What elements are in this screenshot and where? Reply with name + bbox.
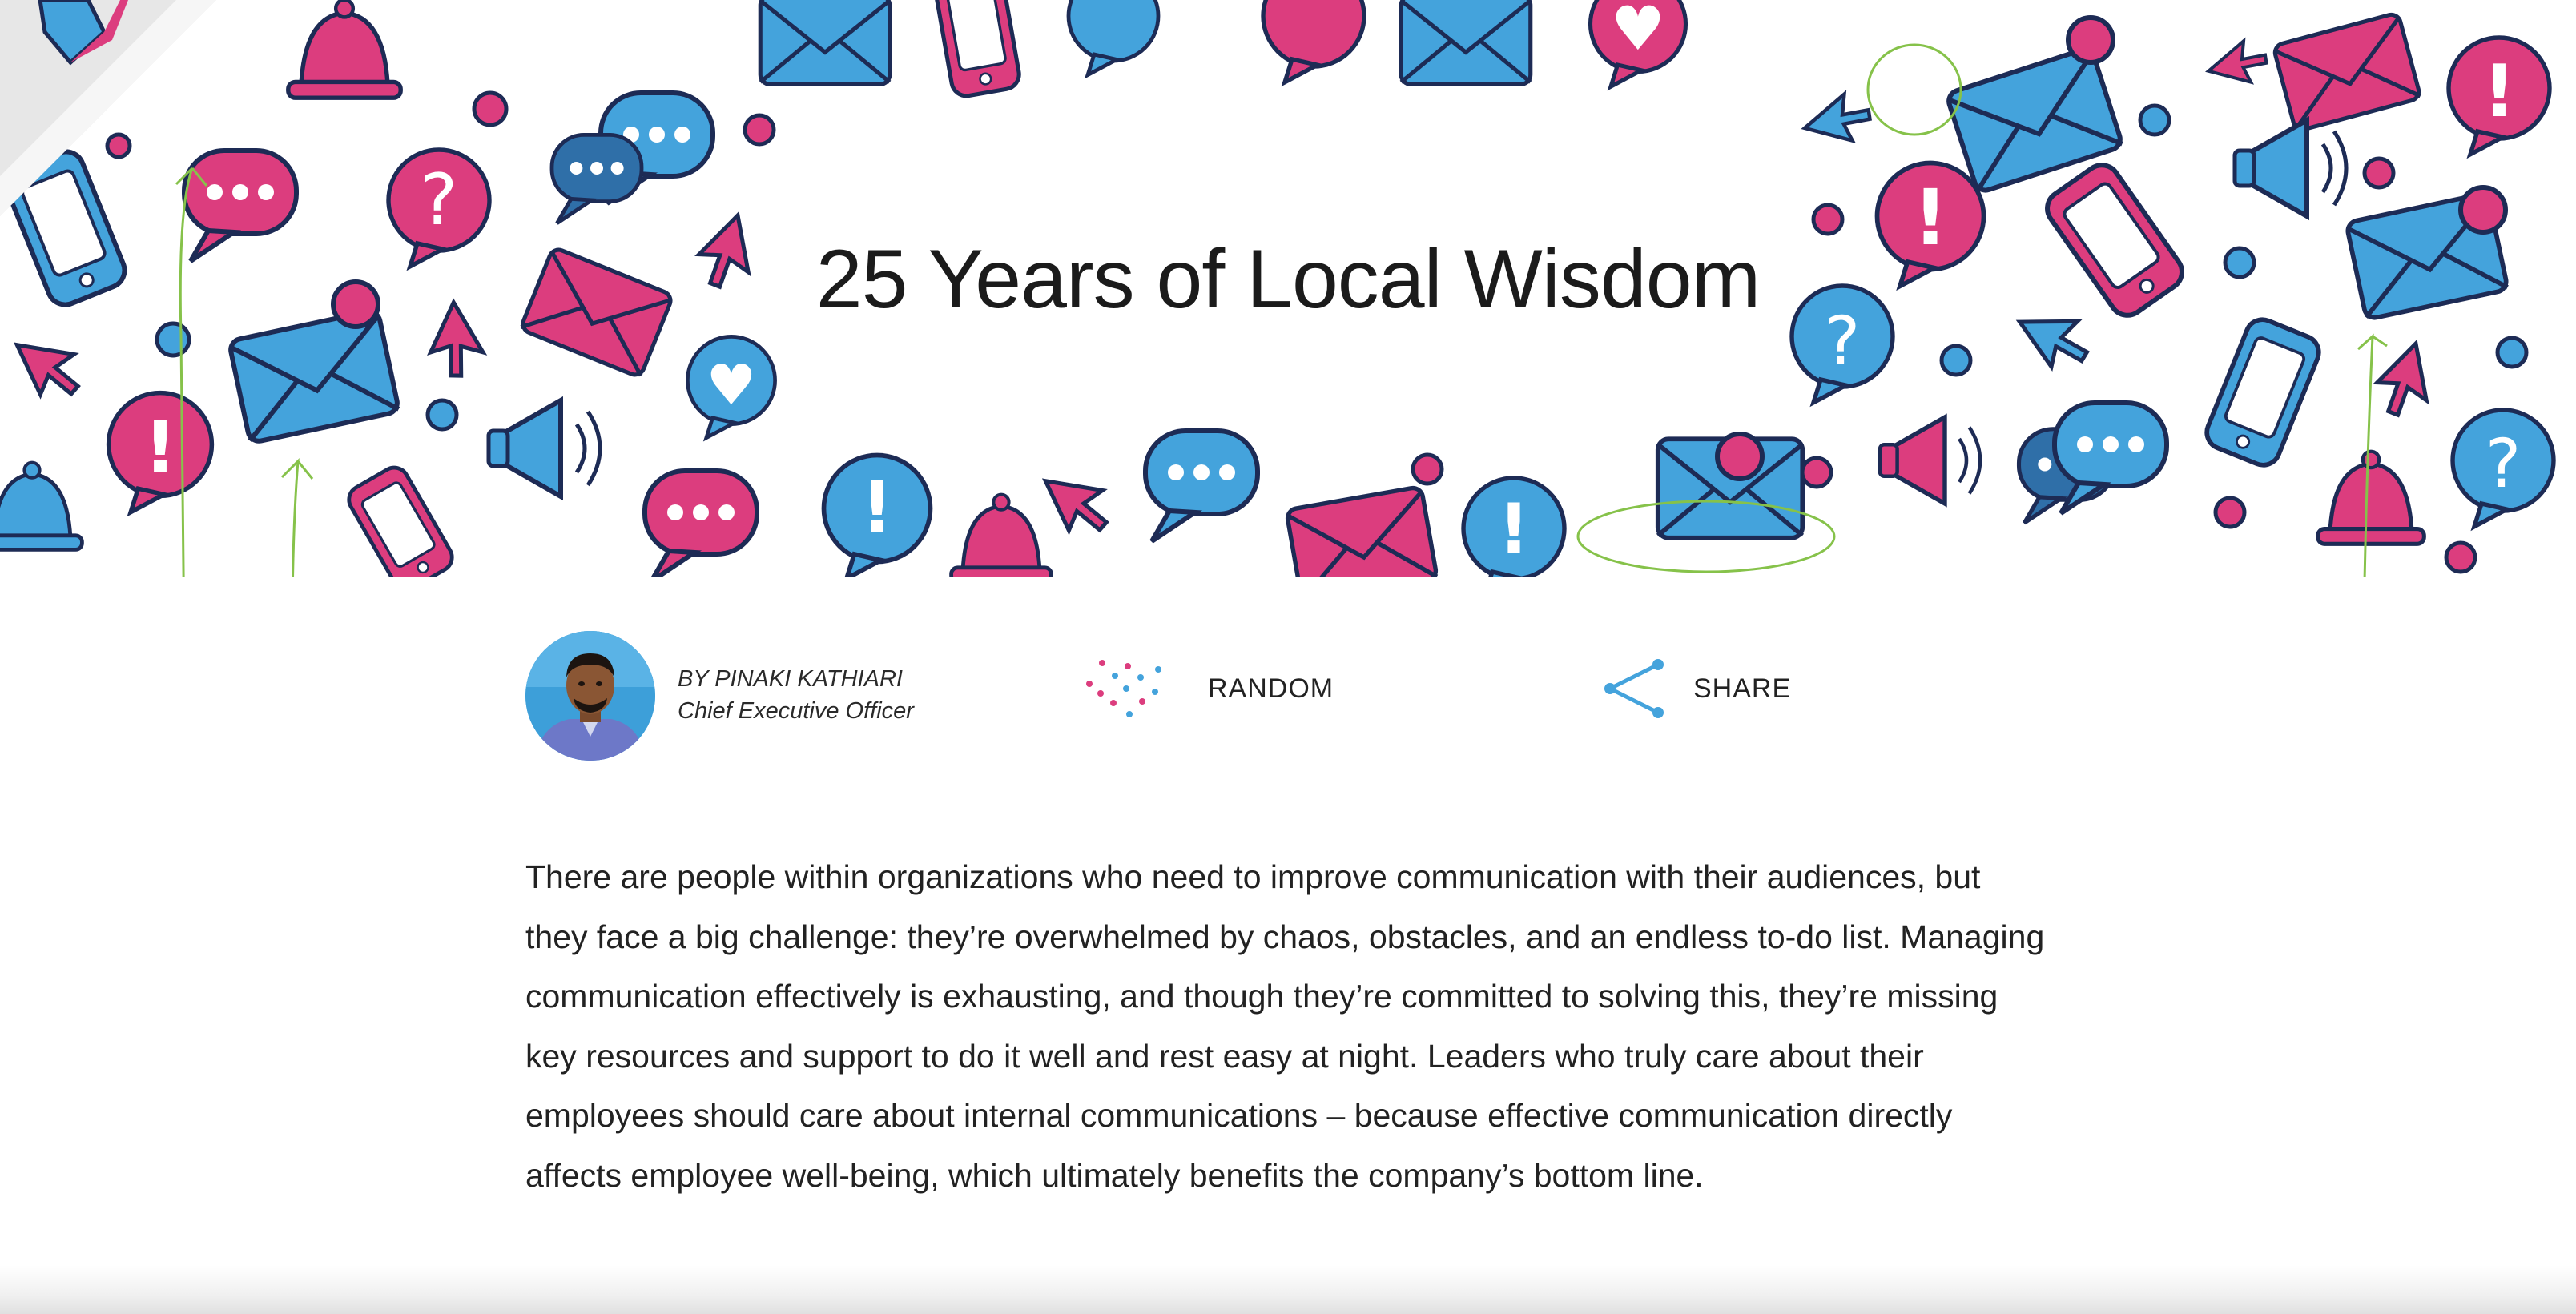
author-byline: BY PINAKI KATHIARI Chief Executive Offic… [678, 663, 914, 727]
svg-text:!: ! [143, 406, 176, 490]
svg-text:♥: ♥ [1611, 0, 1665, 64]
random-dots-icon [1086, 660, 1161, 717]
svg-text:!: ! [1498, 489, 1529, 569]
share-icon [1604, 659, 1664, 718]
svg-text:!: ! [860, 466, 893, 550]
hero-banner: ? ! ♥ ! ! ♥ ! ! ? ? 25 Years of Local Wi… [0, 0, 2576, 577]
article-meta-bar: BY PINAKI KATHIARI Chief Executive Offic… [0, 625, 2576, 769]
svg-text:?: ? [421, 159, 458, 241]
random-article-button[interactable]: RANDOM [1081, 657, 1334, 721]
author-avatar[interactable] [525, 631, 655, 761]
svg-text:!: ! [2482, 50, 2515, 134]
svg-text:♥: ♥ [706, 352, 757, 418]
svg-text:?: ? [2485, 424, 2522, 503]
article-body: There are people within organizations wh… [525, 858, 2045, 1194]
page-title: 25 Years of Local Wisdom [815, 233, 1761, 326]
author-portrait-image [525, 631, 655, 761]
author-name[interactable]: BY PINAKI KATHIARI [678, 663, 914, 695]
section-divider-shadow [0, 1265, 2576, 1314]
author-role: Chief Executive Officer [678, 698, 914, 724]
share-button[interactable]: SHARE [1602, 657, 1791, 721]
share-label: SHARE [1693, 673, 1792, 704]
random-label: RANDOM [1208, 673, 1334, 704]
